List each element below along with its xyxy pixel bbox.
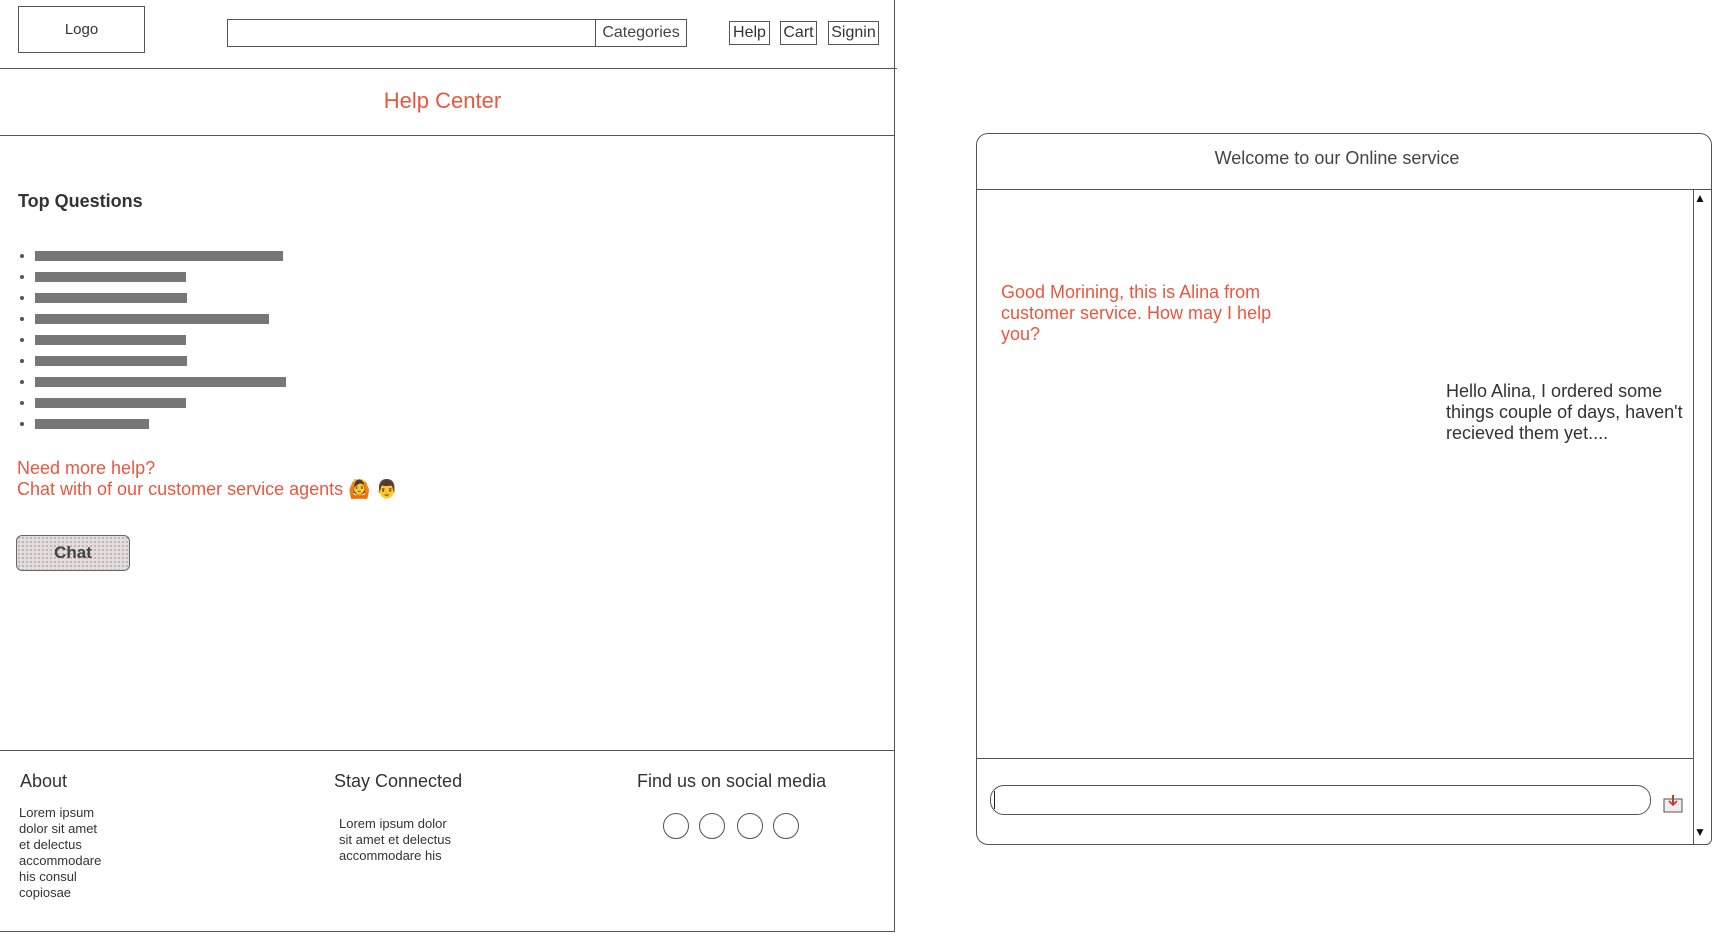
help-nav-button[interactable]: Help [729,21,770,45]
footer-about-title: About [20,771,68,791]
footer-connected-title: Stay Connected [334,771,463,791]
categories-button[interactable]: Categories [595,19,687,47]
bullet-icon [20,296,24,300]
agent-message: Good Morining, this is Alina from custom… [1001,282,1272,344]
footer-about-line: copiosae [19,885,72,900]
signin-nav-button[interactable]: Signin [828,21,879,45]
agent-man-emoji-icon: 👨 [375,479,399,499]
page-title: Help Center [383,88,502,113]
more-help-line2-wrap: Chat with of our customer service agents… [17,479,398,500]
question-link-placeholder[interactable] [35,398,186,408]
search-input[interactable] [227,19,596,47]
logo[interactable]: Logo [18,6,145,53]
question-link-placeholder[interactable] [35,314,269,324]
chat-window-title: Welcome to our Online service [1214,148,1460,168]
text-caret [994,791,995,809]
more-help-line2: Chat with of our customer service agents [17,479,344,499]
send-icon[interactable] [1662,793,1684,815]
bullet-icon [20,380,24,384]
bullet-icon [20,422,24,426]
footer-about-line: his consul [19,869,77,884]
footer-about-line: dolor sit amet [19,821,98,836]
agent-woman-emoji-icon: 🙆 [348,479,371,499]
footer-divider [0,750,895,751]
social-icon[interactable] [699,813,725,839]
question-link-placeholder[interactable] [35,419,149,429]
bullet-icon [20,338,24,342]
chat-window [976,133,1712,845]
social-icon[interactable] [663,813,689,839]
footer-about-line: et delectus [19,837,82,852]
question-link-placeholder[interactable] [35,251,283,261]
question-link-placeholder[interactable] [35,272,186,282]
footer-social-title: Find us on social media [637,771,827,791]
footer-about-line: Lorem ipsum [19,805,95,820]
chat-input-divider [977,758,1693,759]
footer-connected-line: accommodare his [339,848,442,863]
social-icon[interactable] [773,813,799,839]
more-help-line1: Need more help? [17,458,156,478]
bullet-icon [20,359,24,363]
title-divider [0,135,895,136]
chat-message-input[interactable] [990,785,1651,815]
bullet-icon [20,254,24,258]
user-message: Hello Alina, I ordered some things coupl… [1446,381,1683,443]
bullet-icon [20,275,24,279]
footer-about-text: Lorem ipsum dolor sit amet et delectus a… [19,805,101,901]
question-link-placeholder[interactable] [35,356,187,366]
cart-nav-button[interactable]: Cart [780,21,817,45]
social-icon[interactable] [737,813,763,839]
footer-connected-text: Lorem ipsum dolor sit amet et delectus a… [339,816,451,864]
scroll-down-icon[interactable]: ▼ [1694,825,1706,839]
scroll-up-icon[interactable]: ▲ [1694,191,1706,205]
more-help-text: Need more help? Chat with of our custome… [17,458,398,500]
footer-connected-line: sit amet et delectus [339,832,451,847]
chat-title-divider [977,189,1711,190]
top-questions-heading: Top Questions [18,191,143,211]
question-link-placeholder[interactable] [35,293,187,303]
chat-button[interactable]: Chat [16,535,130,571]
bullet-icon [20,401,24,405]
question-link-placeholder[interactable] [35,335,186,345]
bullet-icon [20,317,24,321]
header-divider [0,68,897,69]
footer-connected-line: Lorem ipsum dolor [339,816,447,831]
footer-about-line: accommodare [19,853,102,868]
question-link-placeholder[interactable] [35,377,286,387]
chat-scrollbar[interactable] [1693,189,1694,844]
